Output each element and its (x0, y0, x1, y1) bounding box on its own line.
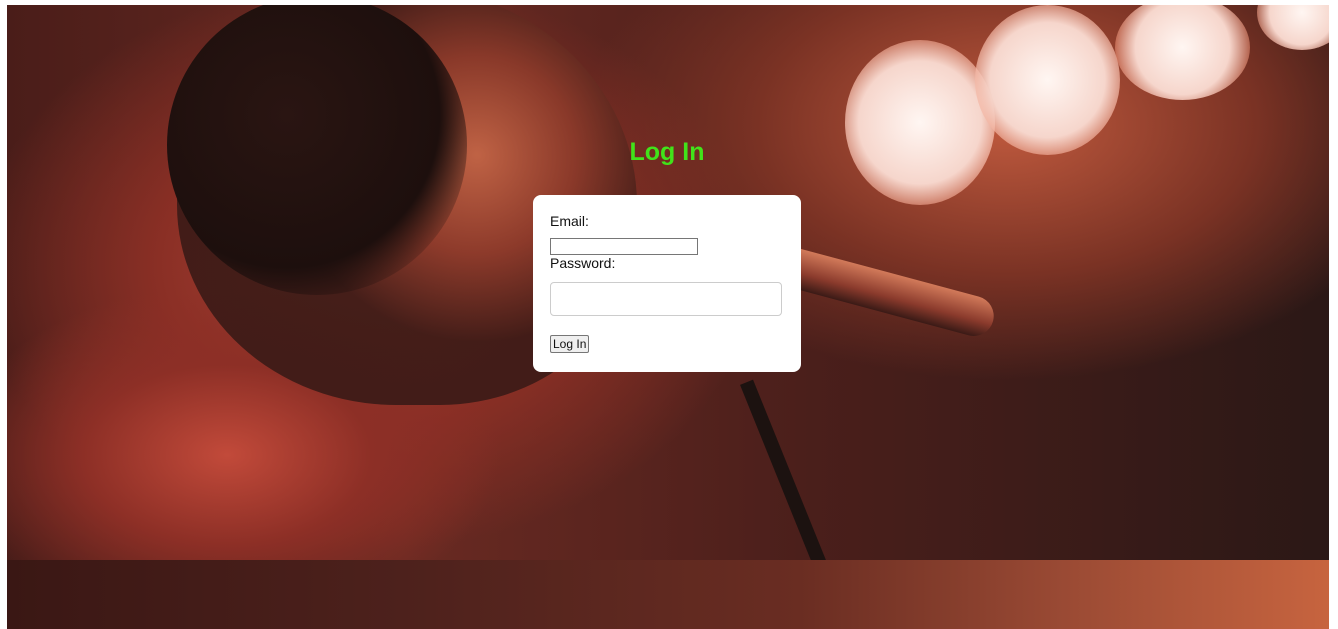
email-field[interactable] (550, 238, 698, 255)
email-label: Email: (550, 213, 589, 229)
login-form: Email: Password: Log In (533, 195, 801, 372)
page-viewport: Log In Email: Password: Log In (7, 5, 1329, 629)
background-image-repeat (7, 560, 1329, 629)
page-title: Log In (629, 138, 705, 166)
password-label: Password: (550, 255, 616, 271)
password-field[interactable] (550, 282, 782, 316)
login-button[interactable]: Log In (550, 335, 590, 353)
